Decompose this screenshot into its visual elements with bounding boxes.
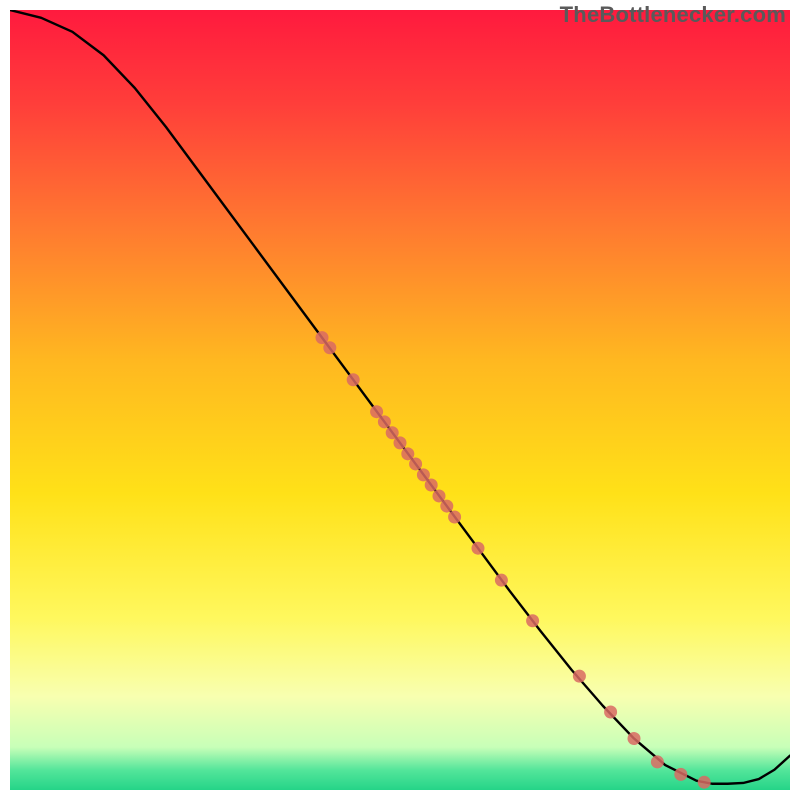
chart-overlay bbox=[10, 10, 790, 790]
chart-container: TheBottlenecker.com bbox=[0, 0, 800, 800]
plot-area bbox=[10, 10, 790, 790]
curve-line bbox=[10, 10, 790, 784]
watermark-text: TheBottlenecker.com bbox=[560, 2, 786, 28]
data-markers bbox=[316, 331, 711, 789]
